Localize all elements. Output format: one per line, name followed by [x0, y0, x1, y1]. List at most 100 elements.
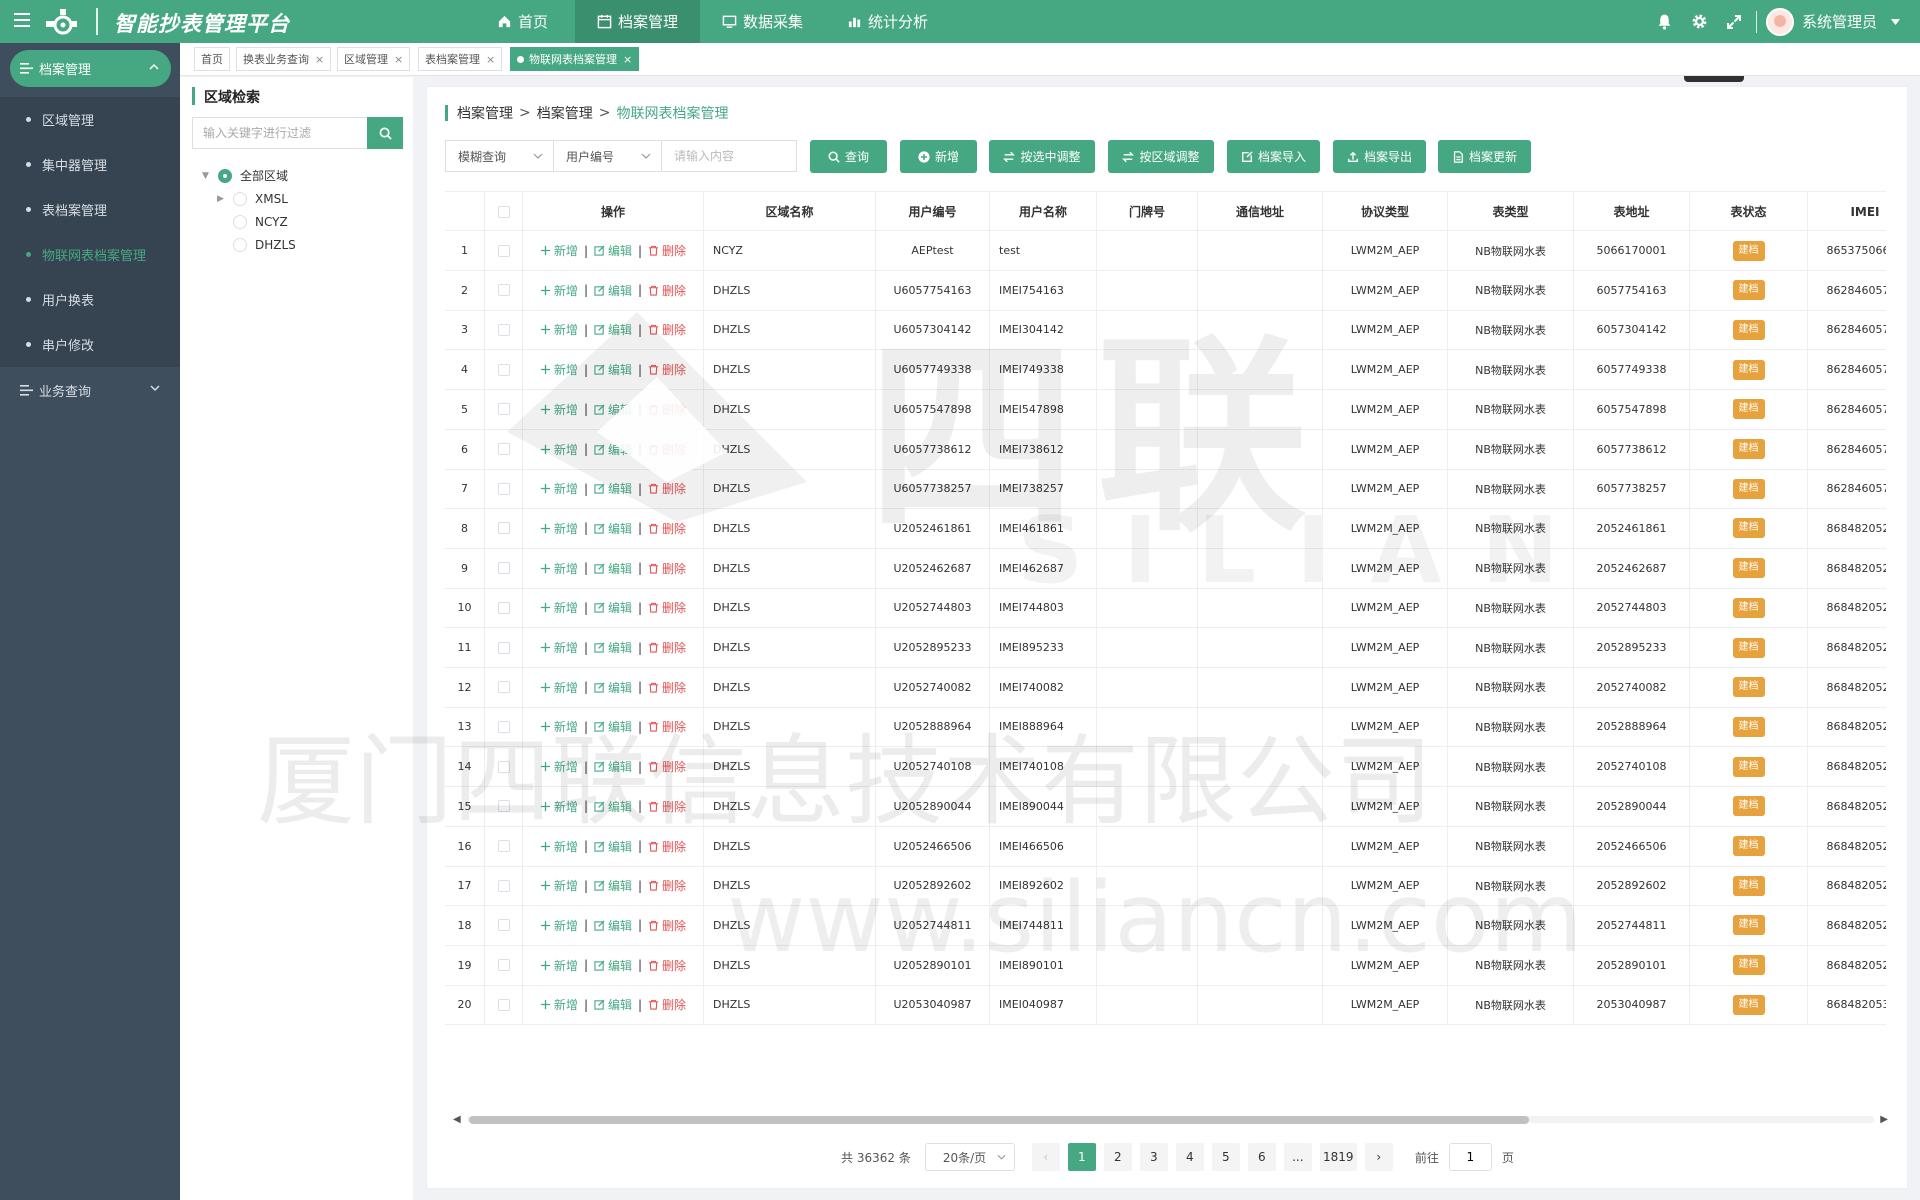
update-button[interactable]: 档案更新 [1438, 140, 1531, 173]
row-checkbox[interactable] [497, 562, 510, 575]
row-edit-button[interactable]: 编辑 [594, 877, 632, 894]
scroll-left-icon[interactable]: ◀ [453, 1114, 461, 1125]
row-delete-button[interactable]: 删除 [648, 996, 686, 1013]
nav-data-collect[interactable]: 数据采集 [700, 0, 825, 43]
row-add-button[interactable]: 新增 [540, 560, 578, 577]
sidebar-item-region[interactable]: 区域管理 [0, 97, 180, 142]
row-delete-button[interactable]: 删除 [648, 679, 686, 696]
row-edit-button[interactable]: 编辑 [594, 401, 632, 418]
horizontal-scrollbar[interactable]: ◀ ▶ [453, 1113, 1888, 1125]
row-delete-button[interactable]: 删除 [648, 718, 686, 735]
sidebar-item-iot-meter-archive[interactable]: 物联网表档案管理 [0, 232, 180, 277]
page-button[interactable]: 2 [1103, 1143, 1132, 1171]
adjust-region-button[interactable]: 按区域调整 [1108, 140, 1214, 173]
row-checkbox[interactable] [497, 959, 510, 972]
sidebar-item-concentrator[interactable]: 集中器管理 [0, 142, 180, 187]
region-search-button[interactable] [367, 117, 403, 149]
import-button[interactable]: 档案导入 [1227, 140, 1320, 173]
scrollbar-thumb[interactable] [469, 1116, 1529, 1124]
row-checkbox[interactable] [497, 403, 510, 416]
row-delete-button[interactable]: 删除 [648, 917, 686, 934]
row-edit-button[interactable]: 编辑 [594, 639, 632, 656]
row-edit-button[interactable]: 编辑 [594, 560, 632, 577]
row-delete-button[interactable]: 删除 [648, 639, 686, 656]
caret-down-icon[interactable]: ▼ [202, 171, 212, 181]
row-checkbox[interactable] [497, 482, 510, 495]
tree-radio[interactable] [233, 191, 247, 206]
goto-page-input[interactable] [1448, 1143, 1492, 1171]
sidebar-item-meter-archive[interactable]: 表档案管理 [0, 187, 180, 232]
query-input[interactable] [662, 140, 797, 172]
row-add-button[interactable]: 新增 [540, 599, 578, 616]
page-button[interactable]: 1 [1067, 1143, 1096, 1171]
tag-iot-meter-archive[interactable]: 物联网表档案管理 × [510, 47, 640, 71]
row-checkbox[interactable] [497, 720, 510, 733]
row-add-button[interactable]: 新增 [540, 957, 578, 974]
row-checkbox[interactable] [497, 244, 510, 257]
sidebar-item-user-meter-change[interactable]: 用户换表 [0, 277, 180, 322]
row-checkbox[interactable] [497, 760, 510, 773]
row-add-button[interactable]: 新增 [540, 877, 578, 894]
row-delete-button[interactable]: 删除 [648, 798, 686, 815]
region-search-input[interactable] [192, 117, 368, 149]
row-edit-button[interactable]: 编辑 [594, 441, 632, 458]
row-add-button[interactable]: 新增 [540, 282, 578, 299]
page-size-select[interactable]: 20条/页 [924, 1143, 1015, 1171]
query-field-select[interactable]: 用户编号 [554, 140, 662, 172]
row-delete-button[interactable]: 删除 [648, 282, 686, 299]
row-checkbox[interactable] [497, 840, 510, 852]
row-checkbox[interactable] [497, 443, 510, 455]
row-delete-button[interactable]: 删除 [648, 957, 686, 974]
query-mode-select[interactable]: 模糊查询 [445, 140, 554, 172]
row-checkbox[interactable] [497, 681, 510, 694]
tree-radio[interactable] [233, 214, 247, 229]
row-delete-button[interactable]: 删除 [648, 758, 686, 775]
row-delete-button[interactable]: 删除 [648, 242, 686, 259]
close-icon[interactable]: × [486, 53, 495, 66]
row-checkbox[interactable] [497, 919, 510, 932]
scroll-right-icon[interactable]: ▶ [1880, 1114, 1888, 1125]
row-add-button[interactable]: 新增 [540, 718, 578, 735]
row-edit-button[interactable]: 编辑 [594, 758, 632, 775]
row-checkbox[interactable] [497, 879, 510, 892]
row-delete-button[interactable]: 删除 [648, 441, 686, 458]
sidebar-group-business-query[interactable]: 业务查询 [0, 367, 180, 414]
menu-toggle-icon[interactable] [14, 13, 30, 29]
export-button[interactable]: 档案导出 [1333, 140, 1426, 173]
tag-meter-change-query[interactable]: 换表业务查询 × [236, 47, 332, 71]
fullscreen-button[interactable] [1717, 0, 1752, 43]
tree-node-dhzls[interactable]: DHZLS [202, 233, 296, 256]
prev-page-button[interactable]: ‹ [1031, 1143, 1060, 1171]
row-edit-button[interactable]: 编辑 [594, 798, 632, 815]
row-add-button[interactable]: 新增 [540, 520, 578, 537]
row-add-button[interactable]: 新增 [540, 639, 578, 656]
tree-node-ncyz[interactable]: NCYZ [202, 210, 296, 233]
row-add-button[interactable]: 新增 [540, 401, 578, 418]
row-edit-button[interactable]: 编辑 [594, 361, 632, 378]
tree-node-xmsl[interactable]: ▶ XMSL [202, 187, 296, 210]
row-edit-button[interactable]: 编辑 [594, 679, 632, 696]
row-checkbox[interactable] [497, 323, 510, 336]
row-delete-button[interactable]: 删除 [648, 480, 686, 497]
row-add-button[interactable]: 新增 [540, 679, 578, 696]
settings-button[interactable] [1682, 0, 1717, 43]
row-edit-button[interactable]: 编辑 [594, 242, 632, 259]
row-checkbox[interactable] [497, 800, 510, 813]
row-edit-button[interactable]: 编辑 [594, 718, 632, 735]
row-edit-button[interactable]: 编辑 [594, 996, 632, 1013]
row-delete-button[interactable]: 删除 [648, 361, 686, 378]
row-delete-button[interactable]: 删除 [648, 401, 686, 418]
breadcrumb-item[interactable]: 档案管理 [537, 103, 593, 123]
nav-home[interactable]: 首页 [470, 0, 575, 43]
row-add-button[interactable]: 新增 [540, 242, 578, 259]
row-add-button[interactable]: 新增 [540, 758, 578, 775]
close-icon[interactable]: × [394, 53, 403, 66]
row-add-button[interactable]: 新增 [540, 321, 578, 338]
nav-statistics[interactable]: 统计分析 [825, 0, 950, 43]
caret-right-icon[interactable]: ▶ [217, 194, 227, 204]
row-delete-button[interactable]: 删除 [648, 838, 686, 855]
tag-region[interactable]: 区域管理 × [337, 47, 411, 71]
row-add-button[interactable]: 新增 [540, 838, 578, 855]
row-add-button[interactable]: 新增 [540, 798, 578, 815]
close-icon[interactable]: × [623, 53, 632, 66]
